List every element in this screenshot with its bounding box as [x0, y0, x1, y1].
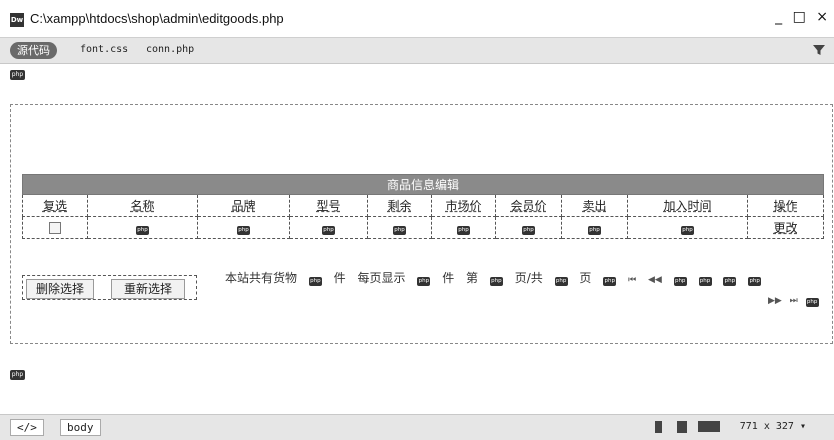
php-tag-icon: php [748, 277, 762, 286]
related-file-conn-php[interactable]: conn.php [146, 44, 194, 55]
tag-body[interactable]: body [60, 419, 101, 436]
php-tag-icon: php [681, 226, 694, 235]
table-cell: php [367, 216, 432, 239]
header-row: 复选 名称 品牌 型号 剩余 市场价 会员价 卖出 加入时间 操作 [22, 194, 825, 217]
php-tag-icon: php [723, 277, 737, 286]
prev-page-icon[interactable]: ◀◀ [648, 275, 662, 285]
action-cell: 更改 [746, 216, 825, 239]
viewport-size: 771 x 327 [739, 421, 794, 432]
window-controls: _ □ × [769, 9, 828, 25]
header-cell: 会员价 [495, 194, 562, 217]
reselect-button[interactable]: 重新选择 [111, 279, 185, 299]
desktop-size-icon[interactable] [698, 421, 720, 432]
related-files-bar: 源代码 font.css conn.php [0, 38, 834, 64]
php-tag-icon: php [457, 226, 470, 235]
header-cell: 品牌 [197, 194, 290, 217]
design-canvas[interactable]: php 商品信息编辑 复选 名称 品牌 型号 剩余 市场价 会员价 卖出 加入时… [0, 64, 834, 414]
php-tag-icon: php [522, 226, 535, 235]
status-bar: </> body 771 x 327 ▾ [0, 414, 834, 440]
page-prefix-label: 第 [466, 271, 479, 285]
header-cell: 市场价 [431, 194, 496, 217]
source-code-button[interactable]: 源代码 [10, 42, 57, 59]
related-file-font-css[interactable]: font.css [80, 44, 128, 55]
unit-label: 件 [333, 271, 346, 285]
php-tag-icon: php [10, 70, 25, 80]
php-tag-icon: php [322, 226, 335, 235]
window-size-readout[interactable]: 771 x 327 ▾ [740, 421, 806, 432]
table-cell: php [627, 216, 748, 239]
php-tag-icon: php [698, 277, 712, 286]
window-titlebar: Dw C:\xampp\htdocs\shop\admin\editgoods.… [0, 0, 834, 38]
close-button[interactable]: × [816, 9, 828, 25]
goods-edit-table: 商品信息编辑 复选 名称 品牌 型号 剩余 市场价 会员价 卖出 加入时间 操作… [21, 174, 825, 239]
php-tag-icon: php [308, 277, 322, 286]
delete-selected-button[interactable]: 删除选择 [26, 279, 94, 299]
php-tag-icon: php [603, 277, 617, 286]
table-cell: php [495, 216, 562, 239]
php-tag-icon: php [805, 298, 819, 307]
table-title: 商品信息编辑 [21, 174, 825, 195]
page-suffix-label: 页 [579, 271, 592, 285]
table-cell: php [431, 216, 496, 239]
tablet-size-icon[interactable] [677, 421, 687, 433]
php-tag-icon: php [489, 277, 503, 286]
php-tag-icon: php [417, 277, 431, 286]
php-tag-icon: php [136, 226, 149, 235]
tag-selector-icon[interactable]: </> [10, 419, 44, 436]
first-page-icon[interactable]: ⏮ [628, 275, 636, 285]
page-sep-label: 页/共 [514, 271, 543, 285]
chevron-down-icon[interactable]: ▾ [800, 421, 806, 432]
header-cell: 型号 [289, 194, 368, 217]
pagination-bar-continued: ▶▶ ⏭ php [768, 292, 819, 307]
maximize-button[interactable]: □ [793, 9, 806, 25]
app-icon: Dw [10, 13, 24, 27]
table-row: php php php php php php php php 更改 [22, 216, 825, 239]
header-cell: 加入时间 [627, 194, 748, 217]
php-tag-icon: php [588, 226, 601, 235]
filter-icon[interactable] [812, 43, 826, 57]
last-page-icon[interactable]: ⏭ [790, 296, 798, 306]
header-cell: 复选 [22, 194, 88, 217]
table-cell: php [561, 216, 628, 239]
mobile-size-icon[interactable] [655, 421, 662, 433]
window-title: C:\xampp\htdocs\shop\admin\editgoods.php [30, 11, 284, 26]
php-tag-icon: php [554, 277, 568, 286]
table-cell: php [87, 216, 198, 239]
php-tag-icon: php [10, 370, 25, 380]
unit-label: 件 [442, 271, 455, 285]
edit-link[interactable]: 更改 [774, 221, 798, 235]
php-tag-icon: php [673, 277, 687, 286]
button-region: 删除选择 重新选择 [22, 275, 197, 300]
next-page-icon[interactable]: ▶▶ [768, 296, 782, 306]
header-cell: 操作 [746, 194, 825, 217]
table-cell: php [197, 216, 290, 239]
table-cell: php [289, 216, 368, 239]
total-label: 本站共有货物 [225, 271, 298, 285]
minimize-button[interactable]: _ [775, 9, 782, 25]
php-tag-icon: php [237, 226, 250, 235]
checkbox-cell [22, 216, 88, 239]
pagination-bar: 本站共有货物 php 件 每页显示 php 件 第 php 页/共 php 页 … [225, 269, 769, 286]
php-tag-icon: php [393, 226, 406, 235]
header-cell: 卖出 [561, 194, 628, 217]
row-checkbox[interactable] [49, 222, 61, 234]
header-cell: 剩余 [367, 194, 432, 217]
per-page-label: 每页显示 [357, 271, 406, 285]
header-cell: 名称 [87, 194, 198, 217]
